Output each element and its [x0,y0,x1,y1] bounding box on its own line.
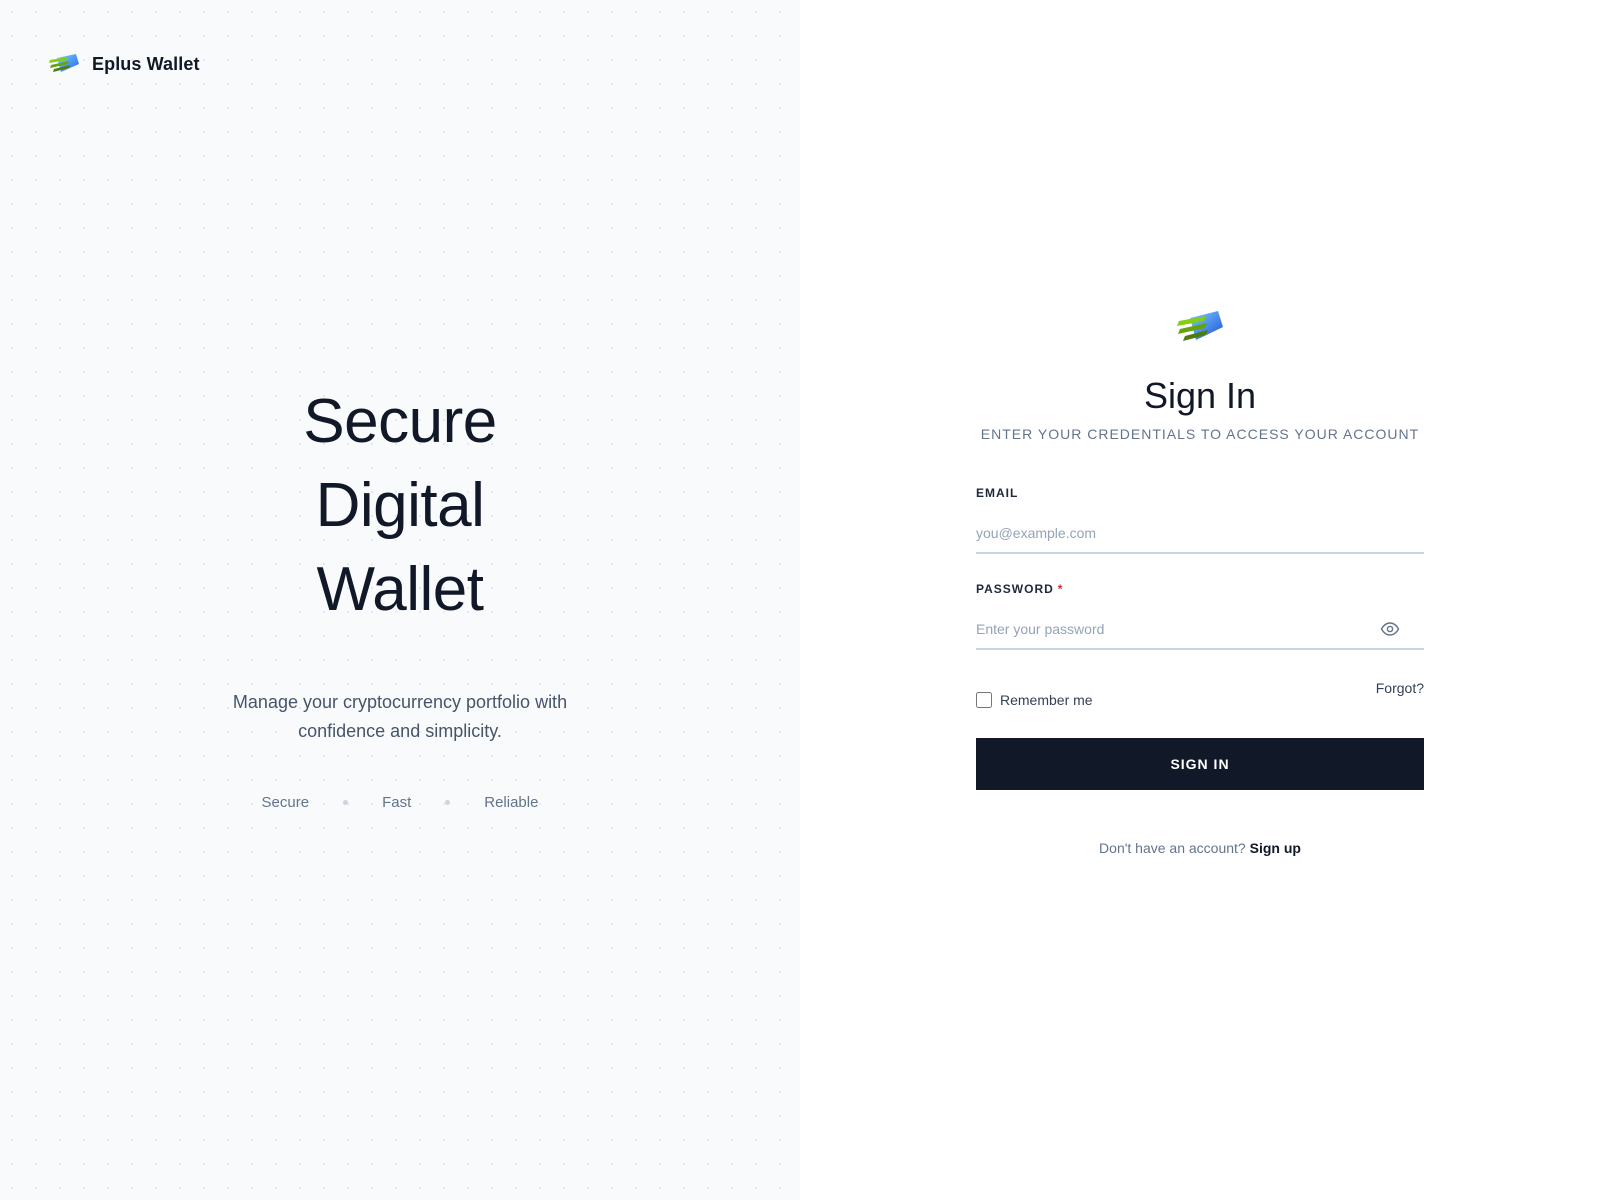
required-marker: * [1057,582,1064,596]
email-label-text: EMAIL [976,486,1019,500]
email-input[interactable] [976,515,1424,551]
hero-subtitle-line: Manage your cryptocurrency portfolio wit… [232,692,568,712]
hero: Secure Digital Wallet Manage your crypto… [0,380,800,811]
right-panel: Sign In ENTER YOUR CREDENTIALS TO ACCESS… [800,0,1600,1200]
form-options: Remember me Forgot? [976,680,1424,716]
left-panel: Eplus Wallet Secure Digital Wallet Manag… [0,0,800,1200]
brand-name: Eplus Wallet [92,53,200,74]
hero-title: Secure Digital Wallet [0,380,800,632]
password-row [976,610,1424,650]
hero-subtitle-line: confidence and simplicity. [298,721,502,741]
signup-prompt: Don't have an account? [1099,840,1246,856]
email-label: EMAIL [976,486,1424,500]
password-label: PASSWORD * [976,582,1424,596]
brand[interactable]: Eplus Wallet [48,52,200,76]
signup-link[interactable]: Sign up [1250,840,1301,856]
feature-secure: Secure [261,794,310,811]
signin-form: Sign In ENTER YOUR CREDENTIALS TO ACCESS… [976,308,1424,856]
password-field-group: PASSWORD * [976,582,1424,650]
signup-prompt-row: Don't have an account? Sign up [976,840,1424,856]
forgot-password-link[interactable]: Forgot? [1376,680,1424,696]
wallet-card-logo-icon [1177,311,1223,341]
eye-icon[interactable] [1380,620,1400,638]
hero-title-line: Wallet [316,555,484,624]
signin-button[interactable]: SIGN IN [976,738,1424,790]
signin-title: Sign In [1143,375,1257,416]
feature-separator-dot [445,800,451,805]
remember-label: Remember me [1000,692,1093,708]
feature-reliable: Reliable [484,794,539,811]
remember-checkbox[interactable] [976,692,992,708]
feature-fast: Fast [382,794,412,811]
wallet-card-logo-icon [49,54,79,72]
signin-subtitle: ENTER YOUR CREDENTIALS TO ACCESS YOUR AC… [980,426,1420,442]
email-field-group: EMAIL [976,486,1424,554]
hero-title-line: Digital [315,471,485,540]
email-row [976,514,1424,554]
feature-separator-dot [343,800,349,805]
hero-title-line: Secure [303,387,497,456]
remember-me[interactable]: Remember me [976,692,1093,708]
feature-list: Secure Fast Reliable [0,794,800,811]
password-label-text: PASSWORD [976,582,1054,596]
hero-subtitle: Manage your cryptocurrency portfolio wit… [0,688,800,746]
password-input[interactable] [976,611,1424,647]
